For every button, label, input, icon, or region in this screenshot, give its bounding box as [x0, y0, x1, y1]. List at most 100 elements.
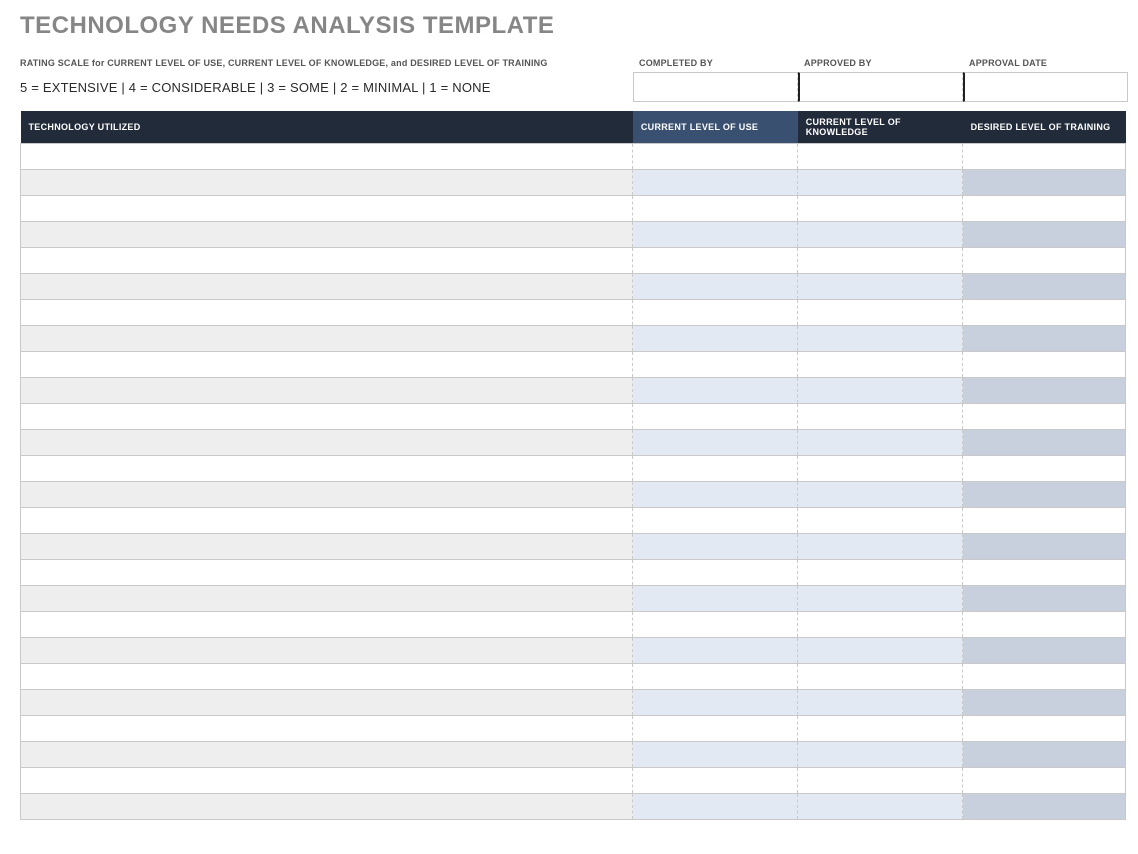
cell-tech[interactable]: [21, 248, 633, 274]
cell-train[interactable]: [963, 638, 1126, 664]
cell-train[interactable]: [963, 508, 1126, 534]
cell-use[interactable]: [633, 222, 798, 248]
cell-tech[interactable]: [21, 404, 633, 430]
cell-know[interactable]: [798, 248, 963, 274]
cell-use[interactable]: [633, 508, 798, 534]
cell-train[interactable]: [963, 560, 1126, 586]
cell-know[interactable]: [798, 404, 963, 430]
cell-train[interactable]: [963, 222, 1126, 248]
cell-know[interactable]: [798, 690, 963, 716]
cell-train[interactable]: [963, 664, 1126, 690]
cell-tech[interactable]: [21, 638, 633, 664]
cell-use[interactable]: [633, 326, 798, 352]
cell-know[interactable]: [798, 534, 963, 560]
cell-tech[interactable]: [21, 690, 633, 716]
cell-train[interactable]: [963, 248, 1126, 274]
cell-tech[interactable]: [21, 768, 633, 794]
cell-use[interactable]: [633, 612, 798, 638]
cell-train[interactable]: [963, 430, 1126, 456]
cell-tech[interactable]: [21, 482, 633, 508]
cell-know[interactable]: [798, 144, 963, 170]
cell-tech[interactable]: [21, 534, 633, 560]
cell-use[interactable]: [633, 196, 798, 222]
cell-use[interactable]: [633, 664, 798, 690]
cell-use[interactable]: [633, 794, 798, 820]
cell-know[interactable]: [798, 430, 963, 456]
cell-tech[interactable]: [21, 300, 633, 326]
cell-train[interactable]: [963, 716, 1126, 742]
cell-use[interactable]: [633, 404, 798, 430]
cell-tech[interactable]: [21, 456, 633, 482]
cell-use[interactable]: [633, 482, 798, 508]
cell-know[interactable]: [798, 222, 963, 248]
cell-use[interactable]: [633, 690, 798, 716]
cell-tech[interactable]: [21, 586, 633, 612]
cell-train[interactable]: [963, 378, 1126, 404]
cell-use[interactable]: [633, 144, 798, 170]
cell-know[interactable]: [798, 378, 963, 404]
cell-train[interactable]: [963, 300, 1126, 326]
cell-know[interactable]: [798, 196, 963, 222]
cell-train[interactable]: [963, 144, 1126, 170]
cell-tech[interactable]: [21, 508, 633, 534]
cell-tech[interactable]: [21, 274, 633, 300]
approval-date-input[interactable]: [963, 72, 1128, 102]
cell-train[interactable]: [963, 690, 1126, 716]
cell-train[interactable]: [963, 586, 1126, 612]
cell-use[interactable]: [633, 170, 798, 196]
cell-know[interactable]: [798, 326, 963, 352]
cell-use[interactable]: [633, 248, 798, 274]
cell-use[interactable]: [633, 456, 798, 482]
cell-use[interactable]: [633, 586, 798, 612]
cell-use[interactable]: [633, 378, 798, 404]
cell-know[interactable]: [798, 664, 963, 690]
cell-train[interactable]: [963, 196, 1126, 222]
cell-use[interactable]: [633, 716, 798, 742]
cell-tech[interactable]: [21, 170, 633, 196]
cell-tech[interactable]: [21, 222, 633, 248]
cell-know[interactable]: [798, 586, 963, 612]
cell-train[interactable]: [963, 404, 1126, 430]
cell-tech[interactable]: [21, 716, 633, 742]
cell-train[interactable]: [963, 170, 1126, 196]
cell-know[interactable]: [798, 716, 963, 742]
cell-train[interactable]: [963, 482, 1126, 508]
cell-train[interactable]: [963, 456, 1126, 482]
cell-tech[interactable]: [21, 378, 633, 404]
cell-know[interactable]: [798, 456, 963, 482]
cell-know[interactable]: [798, 352, 963, 378]
cell-use[interactable]: [633, 352, 798, 378]
cell-tech[interactable]: [21, 612, 633, 638]
cell-use[interactable]: [633, 638, 798, 664]
cell-tech[interactable]: [21, 144, 633, 170]
cell-use[interactable]: [633, 560, 798, 586]
cell-know[interactable]: [798, 612, 963, 638]
cell-train[interactable]: [963, 534, 1126, 560]
cell-know[interactable]: [798, 560, 963, 586]
cell-know[interactable]: [798, 274, 963, 300]
completed-by-input[interactable]: [633, 72, 798, 102]
cell-tech[interactable]: [21, 430, 633, 456]
cell-tech[interactable]: [21, 664, 633, 690]
cell-use[interactable]: [633, 534, 798, 560]
cell-tech[interactable]: [21, 560, 633, 586]
cell-know[interactable]: [798, 508, 963, 534]
cell-train[interactable]: [963, 768, 1126, 794]
cell-know[interactable]: [798, 742, 963, 768]
cell-use[interactable]: [633, 430, 798, 456]
cell-train[interactable]: [963, 352, 1126, 378]
cell-know[interactable]: [798, 638, 963, 664]
cell-tech[interactable]: [21, 326, 633, 352]
cell-know[interactable]: [798, 300, 963, 326]
cell-use[interactable]: [633, 742, 798, 768]
approved-by-input[interactable]: [798, 72, 963, 102]
cell-use[interactable]: [633, 768, 798, 794]
cell-tech[interactable]: [21, 742, 633, 768]
cell-train[interactable]: [963, 274, 1126, 300]
cell-know[interactable]: [798, 170, 963, 196]
cell-train[interactable]: [963, 612, 1126, 638]
cell-train[interactable]: [963, 742, 1126, 768]
cell-know[interactable]: [798, 794, 963, 820]
cell-use[interactable]: [633, 274, 798, 300]
cell-know[interactable]: [798, 768, 963, 794]
